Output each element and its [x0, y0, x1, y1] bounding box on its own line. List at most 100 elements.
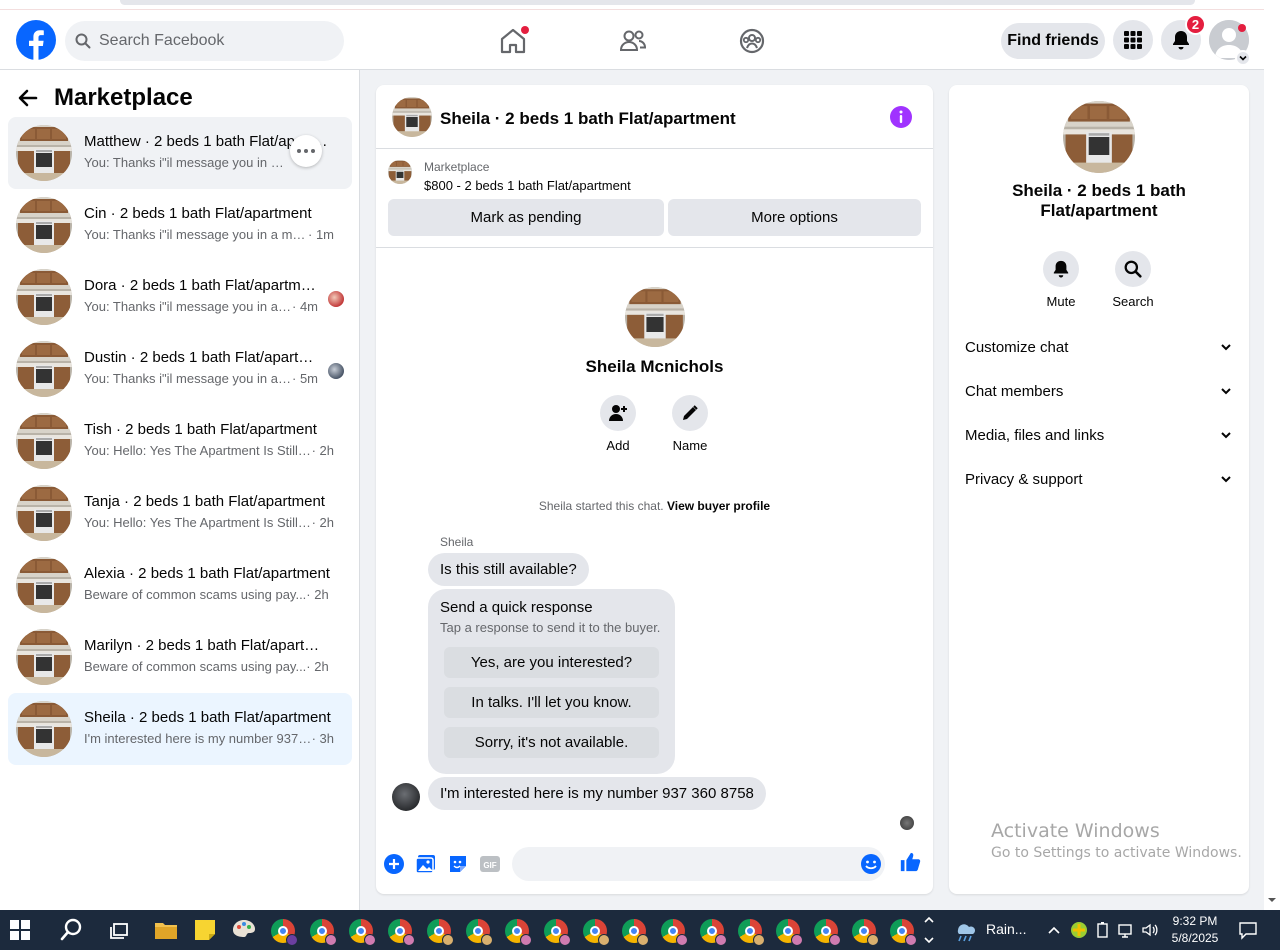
search-action[interactable]: Search [1103, 251, 1163, 309]
privacy-support-section[interactable]: Privacy & support [957, 459, 1241, 499]
conversation-item[interactable]: Matthew · 2 beds 1 bath Flat/apartment Y… [8, 117, 352, 189]
find-friends-button[interactable]: Find friends [1001, 23, 1105, 59]
conversation-title: Marilyn · 2 beds 1 bath Flat/apartment [84, 637, 324, 654]
rain-weather-icon[interactable] [952, 916, 980, 944]
conversation-item[interactable]: Tanja · 2 beds 1 bath Flat/apartment You… [8, 477, 352, 549]
chrome-icon[interactable] [814, 919, 841, 946]
add-button[interactable] [600, 395, 636, 431]
chat-members-section[interactable]: Chat members [957, 371, 1241, 411]
volume-icon[interactable] [1141, 921, 1159, 939]
buyer-name: Sheila Mcnichols [585, 357, 724, 376]
chrome-icon[interactable] [890, 919, 917, 946]
sender-avatar[interactable] [392, 783, 420, 811]
chat-title[interactable]: Sheila · 2 beds 1 bath Flat/apartment [440, 109, 736, 129]
chrome-icon[interactable] [622, 919, 649, 946]
mark-as-pending-button[interactable]: Mark as pending [388, 199, 664, 236]
chrome-icon[interactable] [505, 919, 532, 946]
scroll-down-arrow-icon[interactable] [1264, 892, 1280, 908]
chevron-down-icon [1221, 388, 1231, 395]
chrome-icon[interactable] [700, 919, 727, 946]
taskbar-scroll-arrows-icon[interactable] [922, 912, 936, 948]
chrome-icon[interactable] [852, 919, 879, 946]
conversation-item[interactable]: Cin · 2 beds 1 bath Flat/apartment You: … [8, 189, 352, 261]
chrome-icon[interactable] [388, 919, 415, 946]
conversation-more-button[interactable] [290, 135, 322, 167]
groups-icon[interactable] [737, 26, 767, 56]
listing-thumbnail [16, 197, 72, 253]
chrome-icon[interactable] [310, 919, 337, 946]
plus-circle-icon[interactable] [383, 853, 405, 875]
chrome-icon[interactable] [738, 919, 765, 946]
name-action[interactable]: Name [660, 395, 720, 453]
customize-chat-section[interactable]: Customize chat [957, 327, 1241, 367]
media-files-links-section[interactable]: Media, files and links [957, 415, 1241, 455]
conversation-item[interactable]: Dora · 2 beds 1 bath Flat/apartment You:… [8, 261, 352, 333]
account-menu-chevron[interactable] [1235, 50, 1251, 66]
name-label: Name [672, 438, 708, 453]
chrome-icon[interactable] [466, 919, 493, 946]
chrome-icon[interactable] [427, 919, 454, 946]
message-input[interactable] [512, 847, 885, 881]
tray-app-icon[interactable] [1070, 921, 1088, 939]
task-view-icon[interactable] [106, 916, 134, 944]
name-button[interactable] [672, 395, 708, 431]
search-conversation-button[interactable] [1115, 251, 1151, 287]
conversation-item[interactable]: Tish · 2 beds 1 bath Flat/apartment You:… [8, 405, 352, 477]
mute-button[interactable] [1043, 251, 1079, 287]
chrome-icon[interactable] [349, 919, 376, 946]
profile-badge [829, 934, 841, 946]
search-icon[interactable] [58, 916, 86, 944]
svg-text:GIF: GIF [483, 861, 496, 870]
listing-price-title[interactable]: $800 - 2 beds 1 bath Flat/apartment [424, 178, 631, 193]
emoji-icon[interactable] [860, 853, 882, 875]
chrome-icon[interactable] [271, 919, 298, 946]
listing-thumbnail[interactable] [392, 97, 432, 137]
search-box[interactable] [65, 21, 344, 61]
buyer-profile-photo[interactable] [625, 287, 685, 347]
network-icon[interactable] [1117, 921, 1135, 939]
paint-icon[interactable] [230, 916, 258, 944]
pencil-icon [683, 405, 698, 420]
message-bubble[interactable]: Is this still available? [428, 553, 589, 586]
chevron-up-icon[interactable] [1047, 924, 1061, 936]
conversation-item-active[interactable]: Sheila · 2 beds 1 bath Flat/apartment I'… [8, 693, 352, 765]
sticky-notes-icon[interactable] [191, 916, 219, 944]
view-buyer-profile-link[interactable]: View buyer profile [667, 499, 770, 513]
like-thumb-icon[interactable] [899, 851, 921, 873]
conversation-item[interactable]: Marilyn · 2 beds 1 bath Flat/apartment B… [8, 621, 352, 693]
menu-button[interactable] [1113, 20, 1153, 60]
add-action[interactable]: Add [588, 395, 648, 453]
conversation-item[interactable]: Dustin · 2 beds 1 bath Flat/apartment Yo… [8, 333, 352, 405]
listing-thumbnail[interactable] [388, 160, 412, 184]
search-input[interactable] [99, 32, 319, 50]
weather-text[interactable]: Rain... [986, 921, 1026, 937]
listing-photo[interactable] [1063, 101, 1135, 173]
quick-response-button[interactable]: In talks. I'll let you know. [444, 687, 659, 718]
photo-icon[interactable] [415, 853, 437, 875]
taskbar-clock[interactable]: 9:32 PM 5/8/2025 [1163, 913, 1227, 947]
back-arrow-icon[interactable] [16, 86, 40, 110]
quick-response-button[interactable]: Yes, are you interested? [444, 647, 659, 678]
facebook-logo-icon[interactable] [16, 20, 56, 60]
file-explorer-icon[interactable] [152, 916, 180, 944]
conversation-preview: Beware of common scams using pay... · 2h [84, 659, 329, 674]
profile-badge [753, 934, 765, 946]
notification-center-icon[interactable] [1238, 920, 1258, 940]
conversation-item[interactable]: Alexia · 2 beds 1 bath Flat/apartment Be… [8, 549, 352, 621]
sticker-icon[interactable] [447, 853, 469, 875]
windows-start-icon[interactable] [10, 920, 30, 940]
friends-icon[interactable] [618, 26, 648, 56]
quick-response-button[interactable]: Sorry, it's not available. [444, 727, 659, 758]
info-icon[interactable] [890, 106, 912, 128]
chrome-icon[interactable] [544, 919, 571, 946]
chat-header: Sheila · 2 beds 1 bath Flat/apartment [376, 85, 933, 149]
mute-action[interactable]: Mute [1031, 251, 1091, 309]
battery-icon[interactable] [1095, 921, 1111, 939]
more-options-button[interactable]: More options [668, 199, 921, 236]
chrome-icon[interactable] [776, 919, 803, 946]
chrome-icon[interactable] [661, 919, 688, 946]
message-bubble[interactable]: I'm interested here is my number 937 360… [428, 777, 766, 810]
gif-icon[interactable]: GIF [479, 853, 501, 875]
chrome-icon[interactable] [583, 919, 610, 946]
page-scrollbar[interactable] [1264, 0, 1280, 910]
